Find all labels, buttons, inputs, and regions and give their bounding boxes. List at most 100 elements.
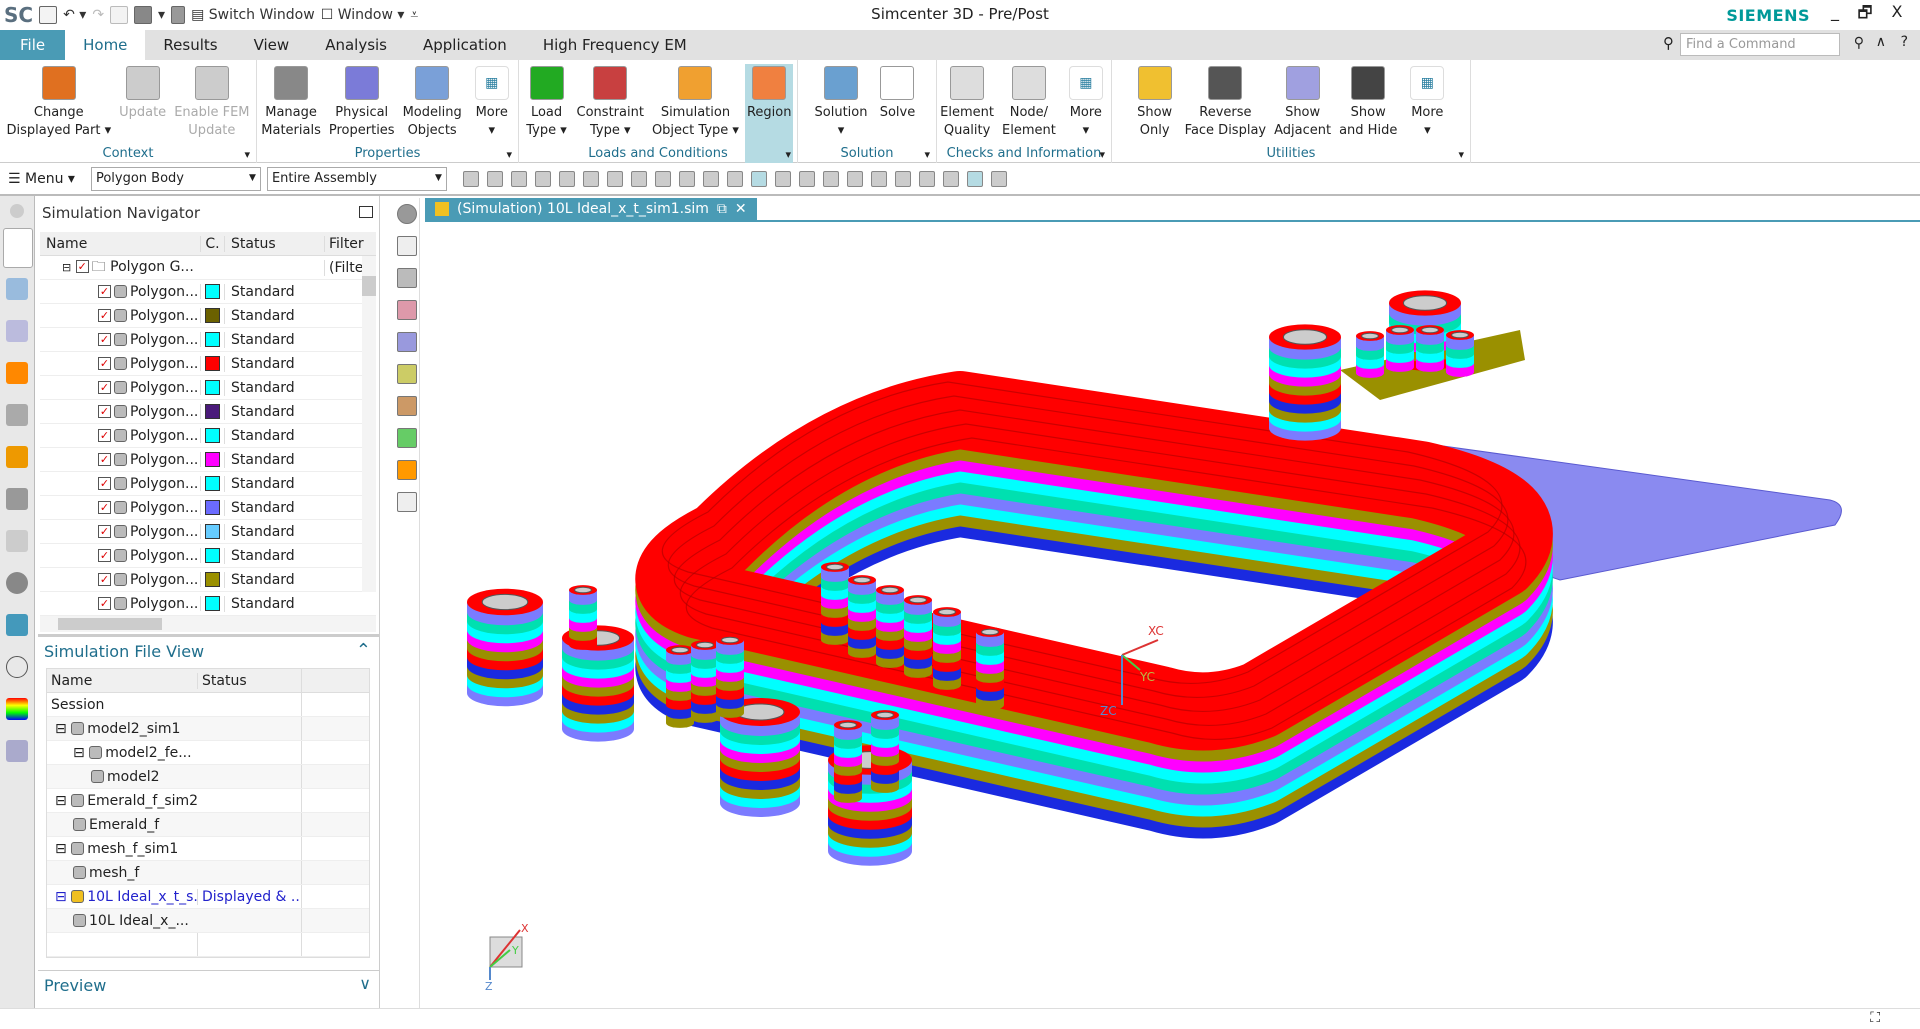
visibility-checkbox[interactable]: ✓	[98, 333, 111, 346]
zoom-icon[interactable]	[702, 171, 719, 187]
visibility-checkbox[interactable]: ✓	[98, 309, 111, 322]
column-name[interactable]: Name	[47, 673, 197, 689]
snap-icon[interactable]	[486, 171, 503, 187]
visibility-checkbox[interactable]: ✓	[98, 429, 111, 442]
wcs-icon[interactable]	[894, 171, 911, 187]
tools-icon[interactable]	[6, 740, 28, 762]
settings-icon[interactable]	[10, 204, 24, 218]
assembly-navigator-icon[interactable]	[6, 446, 28, 468]
snap-icon[interactable]	[110, 6, 129, 24]
mesh-icon[interactable]	[397, 364, 417, 384]
navigator-row[interactable]: ✓ Polygon... Standard	[40, 328, 376, 352]
column-filter[interactable]: Filter	[324, 235, 376, 252]
deselect-icon[interactable]	[534, 171, 551, 187]
reuse-library-icon[interactable]	[6, 488, 28, 510]
shaded-icon[interactable]	[750, 171, 767, 187]
file-view-row[interactable]: ⊟ mesh_f_sim1	[47, 837, 369, 861]
history-icon[interactable]	[6, 656, 28, 678]
save-icon[interactable]	[39, 6, 58, 24]
file-view-row[interactable]: mesh_f	[47, 861, 369, 885]
body-icon[interactable]	[630, 171, 647, 187]
tree-row-root[interactable]: ⊟ ✓ 🗀 Polygon G... (Filte	[40, 256, 376, 280]
redo-icon[interactable]: ↷	[92, 7, 104, 23]
group-dropdown-icon[interactable]: ▾	[244, 148, 250, 161]
visibility-checkbox[interactable]: ✓	[98, 357, 111, 370]
navigator-row[interactable]: ✓ Polygon... Standard	[40, 568, 376, 592]
simulation-navigator-tab-icon[interactable]	[3, 228, 33, 268]
tab-home[interactable]: Home	[65, 30, 146, 60]
fe-model-icon[interactable]	[6, 362, 28, 384]
horizontal-scrollbar[interactable]	[40, 616, 376, 632]
expand-preview-icon[interactable]: ∨	[359, 974, 371, 993]
graphics-window-tab[interactable]: (Simulation) 10L Ideal_x_t_sim1.sim ⧉ ✕	[425, 198, 757, 220]
navigator-row[interactable]: ✓ Polygon... Standard	[40, 424, 376, 448]
group-dropdown-icon[interactable]: ▾	[506, 148, 512, 161]
close-tab-icon[interactable]: ✕	[735, 201, 747, 217]
selection-icon[interactable]	[171, 6, 186, 24]
tab-analysis[interactable]: Analysis	[307, 30, 405, 60]
window-menu-button[interactable]: ☐ Window ▾	[321, 7, 405, 23]
tab-results[interactable]: Results	[145, 30, 235, 60]
box-icon[interactable]	[397, 268, 417, 288]
brush-icon[interactable]	[397, 300, 417, 320]
filter-icon[interactable]	[462, 171, 479, 187]
maximize-panel-icon[interactable]	[359, 206, 373, 218]
vertical-scrollbar[interactable]	[362, 256, 376, 592]
find-command-input[interactable]: Find a Command	[1680, 33, 1840, 56]
file-view-row[interactable]: ⊟ model2_fe...	[47, 741, 369, 765]
layer-icon[interactable]	[846, 171, 863, 187]
visibility-checkbox[interactable]: ✓	[98, 453, 111, 466]
group-dropdown-icon[interactable]: ▾	[1458, 148, 1464, 161]
visibility-checkbox[interactable]: ✓	[98, 381, 111, 394]
fullscreen-icon[interactable]: ⛶	[1870, 1010, 1880, 1026]
edges-icon[interactable]	[774, 171, 791, 187]
navigator-row[interactable]: ✓ Polygon... Standard	[40, 472, 376, 496]
menu-button[interactable]: ☰ Menu ▾	[8, 171, 75, 187]
group-dropdown-icon[interactable]: ▾	[924, 148, 930, 161]
close-view-icon[interactable]	[397, 236, 417, 256]
group-dropdown-icon[interactable]: ▾	[785, 148, 791, 161]
book-icon[interactable]	[6, 530, 28, 552]
undo-icon[interactable]: ↶ ▾	[63, 7, 86, 23]
render-style-icon[interactable]	[134, 6, 153, 24]
group-dropdown-icon[interactable]: ▾	[1099, 148, 1105, 161]
expand-toggle[interactable]: ⊟	[55, 841, 71, 857]
navigator-row[interactable]: ✓ Polygon... Standard	[40, 592, 376, 616]
file-view-row[interactable]: Emerald_f	[47, 813, 369, 837]
file-view-row[interactable]: ⊟ Emerald_f_sim2	[47, 789, 369, 813]
visibility-checkbox[interactable]: ✓	[98, 597, 111, 610]
switch-window-button[interactable]: ▤ Switch Window	[191, 7, 315, 23]
select-all-icon[interactable]	[510, 171, 527, 187]
render-icon[interactable]	[822, 171, 839, 187]
navigator-row[interactable]: ✓ Polygon... Standard	[40, 376, 376, 400]
visibility-checkbox[interactable]: ✓	[98, 549, 111, 562]
post-processing-navigator-icon[interactable]	[6, 278, 28, 300]
face-icon[interactable]	[654, 171, 671, 187]
search-submit-icon[interactable]: ⚲	[1854, 35, 1864, 51]
visibility-checkbox[interactable]: ✓	[98, 285, 111, 298]
csys-icon[interactable]	[606, 171, 623, 187]
column-status[interactable]: Status	[197, 672, 301, 689]
file-view-row[interactable]: model2	[47, 765, 369, 789]
collapse-file-view-icon[interactable]: ⌃	[356, 640, 371, 661]
file-view-row[interactable]: Session	[47, 693, 369, 717]
column-color[interactable]: C.	[200, 235, 224, 252]
type-filter-select[interactable]: Polygon Body	[90, 167, 261, 191]
simulation-object-icon[interactable]	[397, 460, 417, 480]
info-icon[interactable]	[6, 572, 28, 594]
collapse-ribbon-icon[interactable]: ∧	[1876, 34, 1886, 50]
navigator-row[interactable]: ✓ Polygon... Standard	[40, 400, 376, 424]
visibility-checkbox[interactable]: ✓	[98, 501, 111, 514]
navigator-row[interactable]: ✓ Polygon... Standard	[40, 448, 376, 472]
color-palette-icon[interactable]	[6, 698, 28, 720]
expand-toggle[interactable]: ⊟	[55, 793, 71, 809]
fit-icon[interactable]	[678, 171, 695, 187]
restore-button[interactable]: 🗗	[1850, 2, 1880, 29]
expand-toggle[interactable]: ⊟	[55, 889, 71, 905]
grid-icon[interactable]	[966, 171, 983, 187]
customize-qat-icon[interactable]: ⩡	[410, 7, 418, 23]
point-icon[interactable]	[582, 171, 599, 187]
report-icon[interactable]	[397, 492, 417, 512]
tab-high-frequency-em[interactable]: High Frequency EM	[525, 30, 705, 60]
preview-title[interactable]: Preview	[44, 976, 106, 995]
